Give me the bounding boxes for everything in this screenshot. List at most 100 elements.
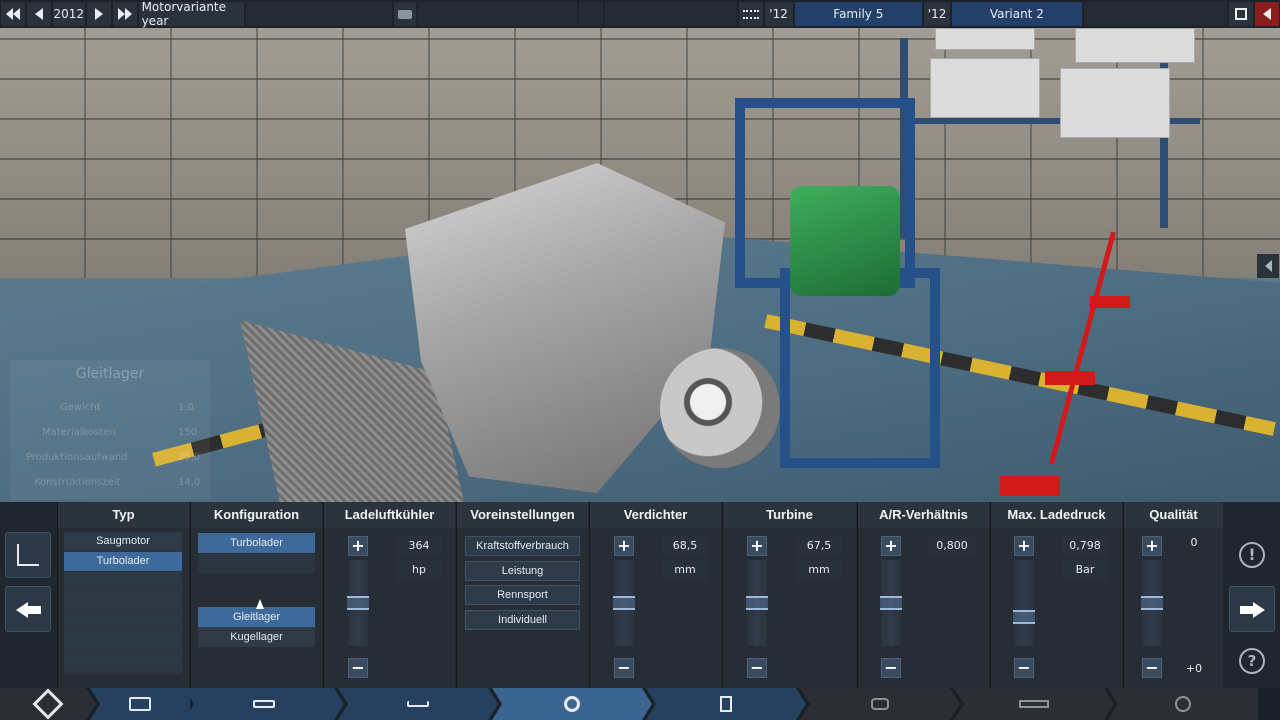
- preset-individuell-button[interactable]: Individuell: [465, 610, 580, 630]
- double-arrow-left-icon: [5, 8, 20, 20]
- menu-arrow-icon: [1263, 8, 1272, 20]
- slider-thumb[interactable]: [347, 596, 369, 610]
- arrow-left-icon: [34, 8, 43, 20]
- storage-crate: [1075, 28, 1195, 63]
- graph-button[interactable]: [5, 532, 51, 578]
- ar-decrease-button[interactable]: −: [881, 658, 901, 678]
- intercooler-increase-button[interactable]: +: [348, 536, 368, 556]
- list-item: [64, 592, 182, 611]
- intercooler-decrease-button[interactable]: −: [348, 658, 368, 678]
- block-icon: [129, 697, 151, 711]
- engine-settings-icon: [32, 688, 64, 720]
- turbine-increase-button[interactable]: +: [747, 536, 767, 556]
- measuring-rail: [1045, 371, 1095, 385]
- topbar-spacer: [417, 2, 578, 26]
- tuning-icon: [1019, 700, 1049, 708]
- list-item: [64, 572, 182, 591]
- camshaft-icon: [407, 701, 429, 707]
- column-header: Verdichter: [590, 502, 721, 528]
- variant-selector[interactable]: Variant 2: [952, 2, 1082, 26]
- exhaust-icon: [871, 698, 889, 710]
- column-header: Ladeluftkühler: [324, 502, 455, 528]
- ar-slider[interactable]: [880, 560, 902, 646]
- compressor-increase-button[interactable]: +: [614, 536, 634, 556]
- column-header: Qualität: [1124, 502, 1223, 528]
- back-button[interactable]: [5, 586, 51, 632]
- turbine-unit: mm: [796, 560, 842, 580]
- quality-slider[interactable]: [1141, 560, 1163, 646]
- part-info-panel: Gleitlager Gewicht 1,0 Materialkosten 15…: [10, 360, 210, 500]
- preset-rennsport-button[interactable]: Rennsport: [465, 585, 580, 605]
- type-option-saugmotor[interactable]: Saugmotor: [64, 532, 182, 551]
- column-verdichter: Verdichter + − 68,5 mm: [589, 502, 721, 688]
- nav-bottom-end[interactable]: [184, 688, 344, 720]
- preset-leistung-button[interactable]: Leistung: [465, 561, 580, 581]
- fuel-pump-icon: [720, 696, 732, 712]
- nav-top-end[interactable]: [338, 688, 498, 720]
- nav-tuning[interactable]: [954, 688, 1114, 720]
- family-selector[interactable]: Family 5: [794, 2, 923, 26]
- turbine-decrease-button[interactable]: −: [747, 658, 767, 678]
- quality-increase-button[interactable]: +: [1142, 536, 1162, 556]
- ar-increase-button[interactable]: +: [881, 536, 901, 556]
- forward-year-button[interactable]: [112, 2, 137, 26]
- graph-icon: [17, 544, 39, 566]
- intercooler-slider[interactable]: [347, 560, 369, 646]
- bearing-option-kugellager[interactable]: Kugellager: [198, 627, 315, 647]
- year-display: 2012: [52, 2, 85, 26]
- slider-thumb[interactable]: [880, 596, 902, 610]
- designer-nav: [0, 688, 1280, 720]
- nav-engine-overview[interactable]: [0, 688, 96, 720]
- preset-kraftstoffverbrauch-button[interactable]: Kraftstoffverbrauch: [465, 536, 580, 556]
- nav-aspiration[interactable]: [492, 688, 652, 720]
- next-button[interactable]: [1229, 586, 1275, 632]
- storage-crate: [935, 28, 1035, 50]
- warning-button[interactable]: !: [1229, 532, 1275, 578]
- report-icon: [1235, 8, 1248, 20]
- quality-decrease-button[interactable]: −: [1142, 658, 1162, 678]
- type-option-turbolader[interactable]: Turbolader: [64, 552, 182, 571]
- quality-value: 0: [1190, 536, 1198, 549]
- nav-block[interactable]: [90, 688, 190, 720]
- list-item: [198, 554, 315, 574]
- column-ladeluftkuehler: Ladeluftkühler + − 364 hp: [323, 502, 455, 688]
- nav-fuel[interactable]: [646, 688, 806, 720]
- list-item: [64, 612, 182, 631]
- boost-slider[interactable]: [1013, 560, 1035, 646]
- nav-dyno[interactable]: [1108, 688, 1258, 720]
- warning-icon: !: [1239, 542, 1265, 568]
- boost-decrease-button[interactable]: −: [1014, 658, 1034, 678]
- column-header: A/R-Verhältnis: [858, 502, 989, 528]
- next-year-button[interactable]: [86, 2, 111, 26]
- slider-thumb[interactable]: [613, 596, 635, 610]
- slider-thumb[interactable]: [1013, 610, 1035, 624]
- turbocharger: [660, 348, 780, 468]
- bearing-option-gleitlager[interactable]: Gleitlager: [198, 607, 315, 627]
- menu-button[interactable]: [1255, 2, 1279, 26]
- rewind-year-button[interactable]: [1, 2, 25, 26]
- slider-thumb[interactable]: [1141, 596, 1163, 610]
- dyno-motor: [790, 186, 900, 296]
- report-button[interactable]: [1229, 2, 1254, 26]
- boost-value: 0,798: [1062, 536, 1108, 556]
- nav-exhaust[interactable]: [800, 688, 960, 720]
- help-button[interactable]: ?: [1229, 638, 1275, 684]
- config-turbolader-option[interactable]: Turbolader: [198, 533, 315, 553]
- topbar-spacer: [1083, 2, 1228, 26]
- list-item: [64, 632, 182, 651]
- compressor-unit: mm: [662, 560, 708, 580]
- measuring-rail: [1000, 476, 1060, 496]
- topbar-spacer: [246, 2, 392, 26]
- crankshaft-icon: [253, 700, 275, 708]
- compressor-decrease-button[interactable]: −: [614, 658, 634, 678]
- truck-button[interactable]: [393, 2, 416, 26]
- list-item: [64, 652, 182, 671]
- side-panel-expand-button[interactable]: [1257, 254, 1279, 278]
- slider-thumb[interactable]: [746, 596, 768, 610]
- boost-increase-button[interactable]: +: [1014, 536, 1034, 556]
- turbine-slider[interactable]: [746, 560, 768, 646]
- compressor-slider[interactable]: [613, 560, 635, 646]
- prev-year-button[interactable]: [26, 2, 51, 26]
- keyboard-button[interactable]: [738, 2, 763, 26]
- engine-type-list: Saugmotor Turbolader: [64, 532, 182, 674]
